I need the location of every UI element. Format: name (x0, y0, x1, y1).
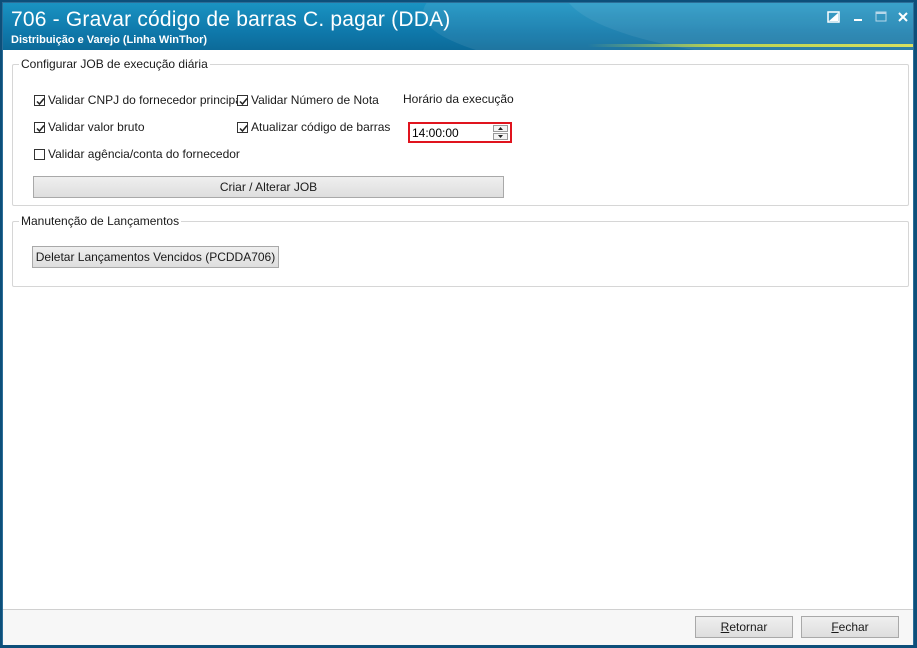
maintenance-legend: Manutenção de Lançamentos (19, 214, 182, 228)
job-config-group: Configurar JOB de execução diária Valida… (12, 57, 909, 206)
close-button[interactable]: Fechar (801, 616, 899, 638)
checkmark-icon (36, 97, 45, 105)
checkbox-validar-cnpj[interactable]: Validar CNPJ do fornecedor principal (34, 92, 245, 108)
checkbox-label: Validar Número de Nota (251, 93, 379, 107)
checkbox-box[interactable] (34, 94, 45, 106)
checkmark-icon (239, 124, 248, 132)
checkbox-box[interactable] (34, 121, 45, 133)
checkbox-label: Validar agência/conta do fornecedor (48, 147, 240, 161)
main-content: Configurar JOB de execução diária Valida… (3, 50, 913, 608)
checkbox-validar-valor-bruto[interactable]: Validar valor bruto (34, 119, 145, 135)
checkmark-icon (239, 97, 248, 105)
window-title: 706 - Gravar código de barras C. pagar (… (11, 8, 451, 31)
maintenance-group: Manutenção de Lançamentos Deletar Lançam… (12, 214, 909, 287)
execution-time-label: Horário da execução (403, 92, 514, 106)
window-subtitle: Distribuição e Varejo (Linha WinThor) (11, 34, 208, 46)
accent-line (588, 44, 913, 47)
return-button-label: etornar (729, 620, 768, 634)
close-button-mnemonic: F (831, 620, 839, 634)
checkbox-label: Atualizar código de barras (251, 120, 391, 134)
execution-time-input[interactable] (412, 125, 492, 140)
checkbox-validar-agencia-conta[interactable]: Validar agência/conta do fornecedor (34, 146, 240, 162)
checkbox-validar-numero-nota[interactable]: Validar Número de Nota (237, 92, 379, 108)
app-window: 706 - Gravar código de barras C. pagar (… (2, 2, 914, 645)
execution-time-field[interactable] (408, 122, 512, 143)
spin-down-icon[interactable] (493, 133, 508, 140)
checkbox-label: Validar CNPJ do fornecedor principal (48, 93, 245, 107)
checkbox-label: Validar valor bruto (48, 120, 145, 134)
footer-bar: Retornar Fechar (3, 609, 913, 645)
maximize-icon[interactable] (874, 11, 888, 23)
checkbox-atualizar-codigo-barras[interactable]: Atualizar código de barras (237, 119, 390, 135)
minimize-icon[interactable] (851, 11, 865, 23)
delete-expired-button[interactable]: Deletar Lançamentos Vencidos (PCDDA706) (32, 246, 279, 268)
checkmark-icon (36, 124, 45, 132)
spin-up-icon[interactable] (493, 125, 508, 132)
close-icon[interactable] (896, 11, 910, 23)
checkbox-box[interactable] (34, 148, 45, 160)
create-alter-job-button[interactable]: Criar / Alterar JOB (33, 176, 504, 198)
title-bar: 706 - Gravar código de barras C. pagar (… (3, 3, 913, 50)
checkbox-box[interactable] (237, 121, 248, 133)
time-spinner[interactable] (493, 125, 508, 140)
return-button[interactable]: Retornar (695, 616, 793, 638)
job-config-legend: Configurar JOB de execução diária (19, 57, 210, 71)
checkbox-box[interactable] (237, 94, 248, 106)
return-button-mnemonic: R (720, 620, 730, 634)
close-button-label: echar (838, 620, 869, 634)
restore-icon[interactable] (827, 11, 841, 23)
